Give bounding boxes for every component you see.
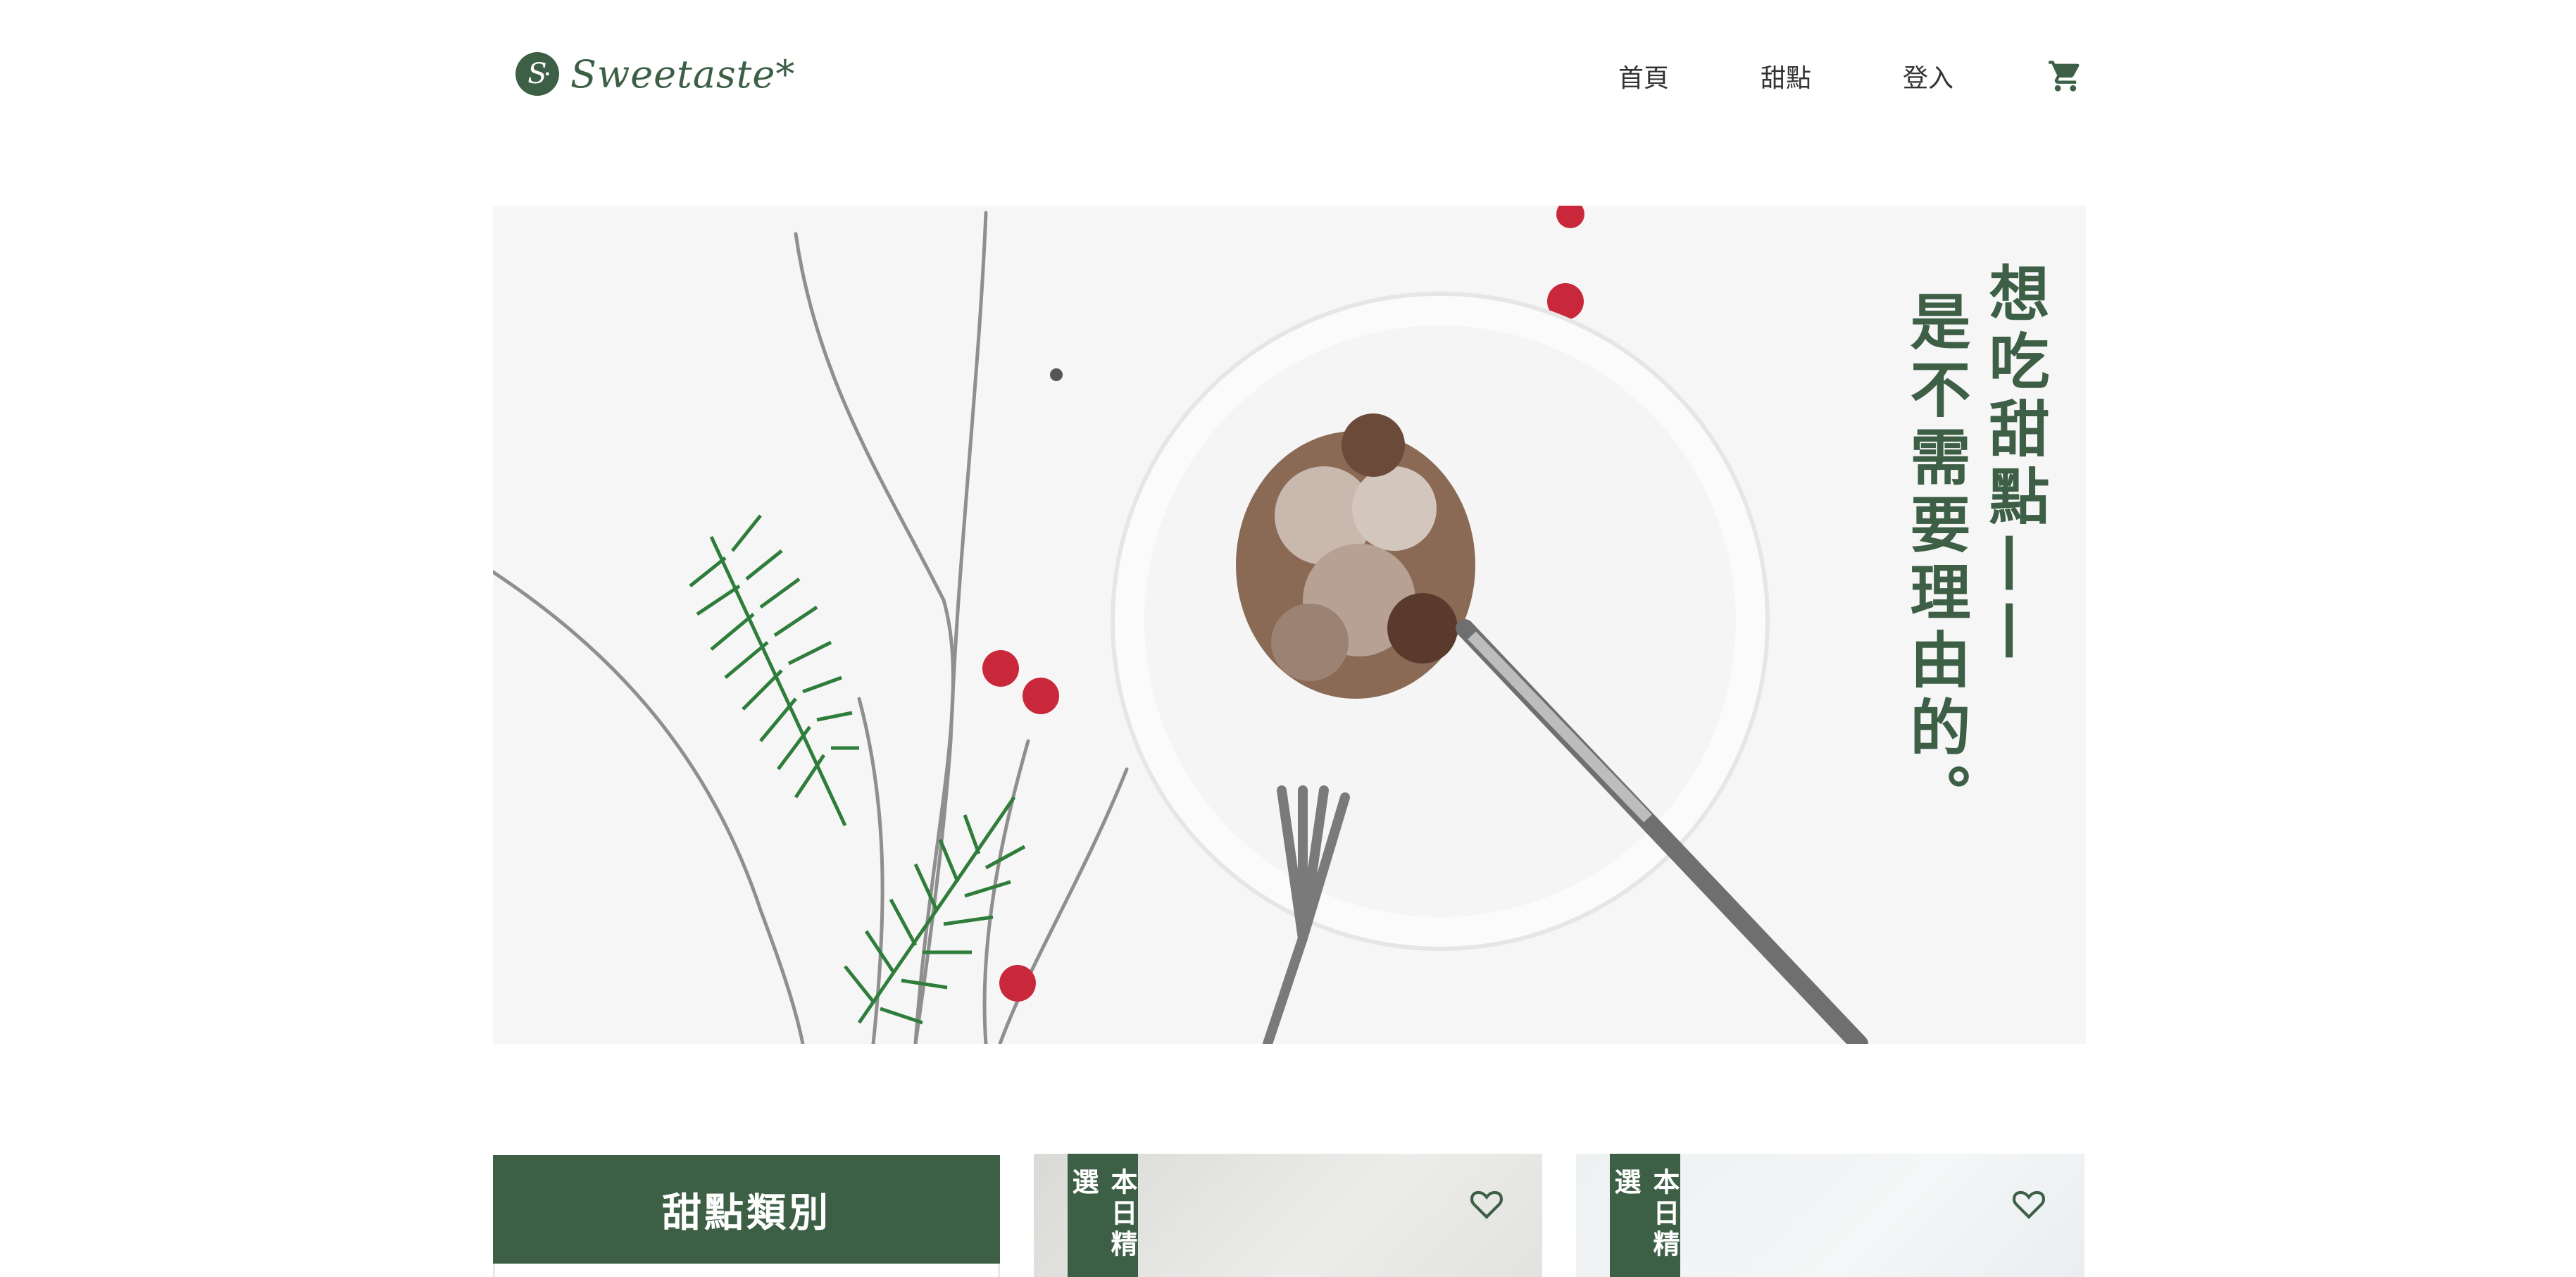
nav-home[interactable]: 首頁 xyxy=(1618,58,1669,94)
category-title: 甜點類別 xyxy=(662,1190,831,1236)
product-card[interactable]: 本日精選 xyxy=(1034,1154,1542,1277)
logo-text: Sweetaste* xyxy=(570,51,796,96)
product-card[interactable]: 本日精選 xyxy=(1576,1154,2084,1277)
shopping-cart-icon[interactable] xyxy=(2045,56,2086,96)
category-list xyxy=(493,1264,1000,1277)
category-card[interactable]: 甜點類別 xyxy=(493,1155,1000,1264)
heart-outline-icon[interactable] xyxy=(1469,1188,1504,1220)
hero-slogan-line2: 是不需要理由的。 xyxy=(1899,290,1970,831)
nav-desserts[interactable]: 甜點 xyxy=(1761,58,1811,94)
featured-badge: 本日精選 xyxy=(1068,1154,1138,1277)
site-header: S • Sweetaste* 首頁 甜點 登入 xyxy=(493,48,2086,104)
main-nav: 首頁 甜點 登入 xyxy=(1618,48,2086,104)
hero-dessert-illustration xyxy=(493,206,1868,1044)
logo-mark: S • xyxy=(515,52,559,96)
heart-outline-icon[interactable] xyxy=(2011,1188,2046,1220)
hero-slogan: 想吃甜點—— 是不需要理由的。 xyxy=(1899,262,2049,831)
nav-login[interactable]: 登入 xyxy=(1903,58,1953,94)
hero-slogan-line1: 想吃甜點—— xyxy=(1978,262,2049,668)
logo[interactable]: S • Sweetaste* xyxy=(515,51,795,97)
hero-banner: 想吃甜點—— 是不需要理由的。 xyxy=(493,206,2086,1044)
featured-badge: 本日精選 xyxy=(1610,1154,1680,1277)
